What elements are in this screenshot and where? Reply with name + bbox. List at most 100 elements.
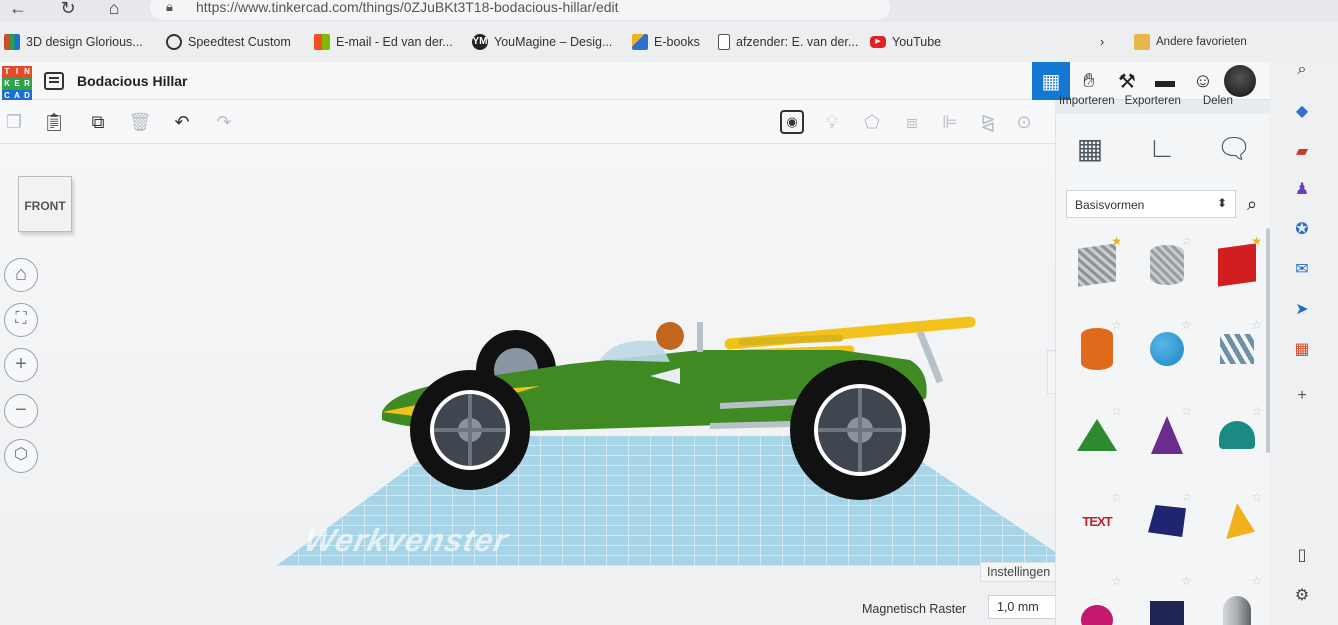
viewcube[interactable]: FRONT: [18, 176, 72, 232]
refresh-icon[interactable]: ↻: [56, 0, 80, 20]
shapes-panel: ▦ ∟ 🗨︎ Basisvormen ⌕ ★ ☆ ★ ☆ ☆ ☆ ☆ ☆ ☆ TEXT ☆ ☆ ☆ ☆ ☆ ☆: [1055, 114, 1270, 625]
favorite-star-icon[interactable]: ☆: [1181, 404, 1192, 418]
favorite-star-icon[interactable]: ★: [1251, 234, 1262, 248]
bookmark-item[interactable]: ▶ YouTube: [870, 32, 941, 52]
settings-gear-icon[interactable]: ⚙: [1290, 584, 1314, 608]
bookmark-item[interactable]: 3D design Glorious...: [4, 32, 143, 52]
bookmark-item[interactable]: Speedtest Custom: [166, 32, 291, 52]
ruler-icon[interactable]: ∟: [1142, 132, 1182, 172]
apps-grid-icon[interactable]: ▦: [1290, 338, 1314, 362]
bookmarks-overflow-chevron-icon[interactable]: ›: [1100, 32, 1104, 52]
group-icon[interactable]: ⬠: [860, 110, 884, 134]
shape-cone[interactable]: ☆: [1136, 400, 1198, 470]
perspective-cube-icon[interactable]: ⬡: [4, 439, 38, 473]
search-icon[interactable]: ⌕: [1238, 190, 1266, 218]
import-button[interactable]: Importeren: [1055, 88, 1121, 114]
wheel-front[interactable]: [410, 370, 530, 490]
bookmark-item[interactable]: afzender: E. van der...: [718, 32, 858, 52]
favorite-star-icon[interactable]: ★: [1111, 234, 1122, 248]
shape-half-sphere[interactable]: ☆: [1066, 570, 1128, 625]
grid-panel-icon[interactable]: ▦: [1070, 132, 1110, 172]
duplicate-icon[interactable]: ⧉: [86, 110, 110, 134]
add-icon[interactable]: +: [1290, 384, 1314, 408]
shape-box-hole[interactable]: ★: [1066, 230, 1128, 300]
shape-pyramid-green[interactable]: ☆: [1066, 400, 1128, 470]
align-icon[interactable]: ⊫: [938, 110, 962, 134]
send-icon[interactable]: ➤: [1290, 298, 1314, 322]
settings-button[interactable]: Instellingen: [980, 562, 1055, 582]
race-car-model[interactable]: [370, 302, 990, 502]
paste-icon[interactable]: 📋︎: [42, 110, 66, 134]
shape-library-select[interactable]: Basisvormen: [1066, 190, 1236, 218]
browser-toolbar: ← ↻ ⌂ 🔒︎ https://www.tinkercad.com/thing…: [0, 0, 1338, 22]
home-icon[interactable]: ⌂: [102, 0, 126, 20]
tinkercad-logo[interactable]: TINKERCAD: [2, 66, 32, 102]
workplane-viewport[interactable]: FRONT ⌂ ⛶ + − ⬡ Werkvenster Instellingen…: [0, 144, 1055, 625]
ebooks-icon: [632, 34, 648, 50]
fit-view-icon[interactable]: ⛶: [4, 303, 38, 337]
shopping-icon[interactable]: ▰: [1290, 140, 1314, 164]
sidebar-toggle-icon[interactable]: ▯: [1290, 544, 1314, 568]
shape-pyramid-yellow[interactable]: ☆: [1206, 486, 1268, 556]
redo-icon[interactable]: ↷: [212, 110, 236, 134]
notes-icon[interactable]: 🗨︎: [1214, 132, 1254, 172]
export-button[interactable]: Exporteren: [1121, 88, 1187, 114]
copy-icon[interactable]: ❐: [2, 110, 26, 134]
favorite-star-icon[interactable]: ☆: [1111, 318, 1122, 332]
favorite-star-icon[interactable]: ☆: [1181, 490, 1192, 504]
favorite-star-icon[interactable]: ☆: [1181, 234, 1192, 248]
shape-cylinder-hole[interactable]: ☆: [1136, 230, 1198, 300]
favorite-star-icon[interactable]: ☆: [1251, 318, 1262, 332]
tinkercad-grid-icon: [4, 34, 20, 50]
shape-cylinder[interactable]: ☆: [1066, 314, 1128, 384]
shape-roof[interactable]: ☆: [1206, 400, 1268, 470]
shape-sphere[interactable]: ☆: [1136, 314, 1198, 384]
favorite-star-icon[interactable]: ☆: [1251, 574, 1262, 588]
address-bar[interactable]: 🔒︎ https://www.tinkercad.com/things/0ZJu…: [150, 0, 890, 20]
browser-sidebar: ⌕ ◆ ▰ ♟ ✪ ✉ ➤ ▦ + ▯ ⚙: [1270, 61, 1338, 625]
search-icon[interactable]: ⌕: [1290, 58, 1314, 82]
shape-paraboloid[interactable]: ☆: [1206, 570, 1268, 625]
favorite-star-icon[interactable]: ☆: [1181, 318, 1192, 332]
snap-grid-label: Magnetisch Raster: [862, 602, 967, 616]
cruise-magnet-icon[interactable]: ⊙: [1012, 110, 1036, 134]
outlook-icon[interactable]: ✉: [1290, 258, 1314, 282]
mirror-icon[interactable]: ⧎: [976, 110, 1000, 134]
zoom-out-icon[interactable]: −: [4, 394, 38, 428]
favorite-star-icon[interactable]: ☆: [1111, 574, 1122, 588]
show-all-eye-icon[interactable]: ◉: [780, 110, 804, 134]
share-button[interactable]: Delen: [1199, 88, 1239, 114]
favorite-star-icon[interactable]: ☆: [1111, 490, 1122, 504]
trash-icon[interactable]: 🗑︎: [128, 110, 152, 134]
games-icon[interactable]: ♟: [1290, 178, 1314, 202]
tag-icon[interactable]: ◆: [1290, 100, 1314, 124]
favorite-star-icon[interactable]: ☆: [1251, 490, 1262, 504]
speedometer-icon: [166, 34, 182, 50]
design-list-icon[interactable]: [44, 72, 64, 90]
copilot-icon[interactable]: ✪: [1290, 218, 1314, 242]
design-title[interactable]: Bodacious Hillar: [77, 73, 187, 89]
ungroup-icon[interactable]: ⧈: [900, 110, 924, 134]
favorite-star-icon[interactable]: ☆: [1111, 404, 1122, 418]
snap-grid-select[interactable]: 1,0 mm: [988, 595, 1055, 619]
bookmarks-bar: 3D design Glorious... Speedtest Custom E…: [0, 22, 1338, 62]
shape-scribble[interactable]: ☆: [1206, 314, 1268, 384]
shape-prism[interactable]: ☆: [1136, 570, 1198, 625]
shape-text[interactable]: TEXT ☆: [1066, 486, 1128, 556]
logo-letter: E: [12, 78, 22, 90]
bookmark-item[interactable]: E-books: [632, 32, 700, 52]
other-favorites[interactable]: Andere favorieten: [1134, 32, 1247, 52]
microsoft-icon: [314, 34, 330, 50]
undo-icon[interactable]: ↶: [170, 110, 194, 134]
favorite-star-icon[interactable]: ☆: [1251, 404, 1262, 418]
shape-box[interactable]: ★: [1206, 230, 1268, 300]
zoom-in-icon[interactable]: +: [4, 348, 38, 382]
bookmark-item[interactable]: E-mail - Ed van der...: [314, 32, 453, 52]
back-arrow-icon[interactable]: ←: [6, 0, 30, 20]
shape-polygon[interactable]: ☆: [1136, 486, 1198, 556]
favorite-star-icon[interactable]: ☆: [1181, 574, 1192, 588]
wheel-rear[interactable]: [790, 360, 930, 500]
lightbulb-icon[interactable]: 💡︎: [820, 110, 844, 134]
home-view-icon[interactable]: ⌂: [4, 258, 38, 292]
bookmark-item[interactable]: YM YouMagine – Desig...: [472, 32, 612, 52]
